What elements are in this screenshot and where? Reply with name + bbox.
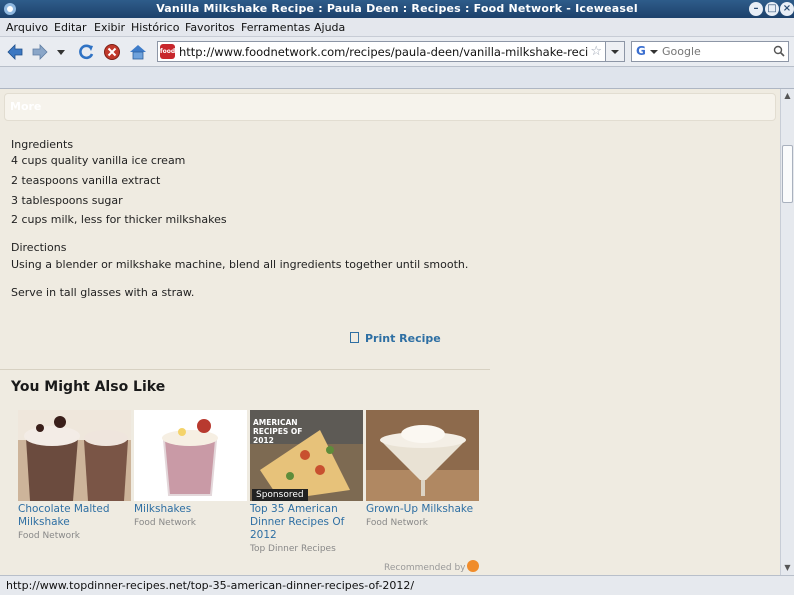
page-content: More Ingredients 4 cups quality vanilla …: [0, 89, 780, 575]
related-title[interactable]: Milkshakes: [134, 503, 247, 516]
chevron-down-icon: [611, 50, 619, 54]
print-recipe-link[interactable]: Print Recipe: [350, 332, 441, 345]
sponsored-badge: Sponsored: [252, 489, 308, 501]
related-title[interactable]: Chocolate Malted Milkshake: [18, 503, 131, 529]
chevron-down-icon: [650, 50, 658, 54]
more-bar[interactable]: More: [4, 93, 776, 121]
section-divider: [0, 369, 490, 370]
ingredient-item: 3 tablespoons sugar: [11, 194, 123, 207]
close-icon[interactable]: ×: [780, 2, 794, 16]
window-titlebar: Vanilla Milkshake Recipe : Paula Deen : …: [0, 0, 794, 18]
related-card[interactable]: Grown-Up Milkshake Food Network: [366, 410, 479, 528]
status-bar: http://www.topdinner-recipes.net/top-35-…: [0, 575, 794, 595]
scroll-up-icon[interactable]: ▲: [781, 89, 794, 103]
window-title: Vanilla Milkshake Recipe : Paula Deen : …: [156, 2, 638, 15]
related-title[interactable]: Grown-Up Milkshake: [366, 503, 479, 516]
history-dropdown-icon[interactable]: [55, 42, 67, 62]
berry-milkshake-image[interactable]: [134, 410, 247, 501]
ingredient-item: 2 cups milk, less for thicker milkshakes: [11, 213, 227, 226]
search-engine-selector[interactable]: G: [634, 44, 660, 59]
pizza-image-overlay: AMERICAN RECIPES OF 2012: [253, 418, 303, 445]
url-dropdown-button[interactable]: [606, 41, 625, 62]
chocolate-milkshake-image[interactable]: [18, 410, 131, 501]
forward-icon[interactable]: [30, 42, 50, 62]
stop-icon[interactable]: [102, 42, 122, 62]
related-card[interactable]: Chocolate Malted Milkshake Food Network: [18, 410, 131, 541]
back-icon[interactable]: [5, 42, 25, 62]
status-text: http://www.topdinner-recipes.net/top-35-…: [6, 579, 415, 592]
url-text[interactable]: http://www.foodnetwork.com/recipes/paula…: [179, 45, 589, 59]
related-source: Food Network: [134, 518, 197, 528]
menu-exibir[interactable]: Exibir: [94, 21, 125, 34]
ingredients-heading: Ingredients: [11, 138, 74, 151]
scrollbar-thumb[interactable]: [782, 145, 793, 203]
maximize-icon[interactable]: □: [765, 2, 779, 16]
search-bar[interactable]: G: [631, 41, 789, 62]
related-source: Top Dinner Recipes: [250, 544, 336, 554]
related-heading: You Might Also Like: [11, 379, 166, 395]
pizza-image[interactable]: AMERICAN RECIPES OF 2012 Sponsored: [250, 410, 363, 501]
site-favicon: food: [160, 44, 175, 59]
menu-ferramentas[interactable]: Ferramentas: [241, 21, 310, 34]
menu-historico[interactable]: Histórico: [131, 21, 179, 34]
more-label: More: [10, 100, 42, 113]
related-card[interactable]: AMERICAN RECIPES OF 2012 Sponsored Top 3…: [250, 410, 363, 554]
bookmarks-toolbar: [0, 67, 794, 89]
ingredient-item: 2 teaspoons vanilla extract: [11, 174, 161, 187]
reload-icon[interactable]: [76, 42, 96, 62]
menu-arquivo[interactable]: Arquivo: [6, 21, 48, 34]
menu-favoritos[interactable]: Favoritos: [185, 21, 235, 34]
vertical-scrollbar[interactable]: ▲ ▼: [780, 89, 794, 575]
search-input[interactable]: [662, 44, 770, 59]
related-source: Food Network: [366, 518, 429, 528]
direction-step: Serve in tall glasses with a straw.: [11, 286, 195, 299]
menu-editar[interactable]: Editar: [54, 21, 87, 34]
recommended-by-label: Recommended by: [384, 563, 466, 573]
search-icon[interactable]: [773, 44, 785, 58]
menubar: Arquivo Editar Exibir Histórico Favorito…: [0, 18, 794, 37]
recommended-by[interactable]: Recommended by: [384, 560, 480, 573]
google-icon: G: [636, 44, 646, 58]
minimize-icon[interactable]: –: [749, 2, 763, 16]
martini-milkshake-image[interactable]: [366, 410, 479, 501]
print-icon: [350, 332, 359, 343]
related-title[interactable]: Top 35 American Dinner Recipes Of 2012: [250, 503, 363, 542]
related-card[interactable]: Milkshakes Food Network: [134, 410, 247, 528]
outbrain-logo-icon: [467, 560, 480, 572]
directions-heading: Directions: [11, 241, 67, 254]
related-source: Food Network: [18, 531, 81, 541]
scroll-down-icon[interactable]: ▼: [781, 561, 794, 575]
direction-step: Using a blender or milkshake machine, bl…: [11, 258, 469, 271]
home-icon[interactable]: [128, 42, 148, 62]
ingredient-item: 4 cups quality vanilla ice cream: [11, 154, 186, 167]
print-recipe-label: Print Recipe: [365, 332, 441, 345]
menu-ajuda[interactable]: Ajuda: [314, 21, 345, 34]
bookmark-star-icon[interactable]: ☆: [590, 44, 602, 59]
url-bar[interactable]: food http://www.foodnetwork.com/recipes/…: [157, 41, 606, 62]
